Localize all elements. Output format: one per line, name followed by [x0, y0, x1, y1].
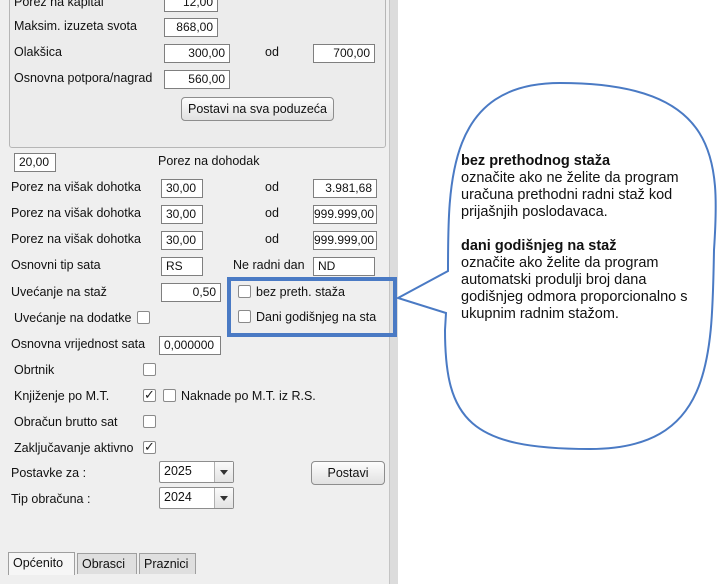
- callout-text-bez-preth: označite ako ne želite da program uračun…: [461, 170, 679, 220]
- callout-text: bez prethodnog staža označite ako ne žel…: [461, 153, 701, 340]
- callout-title-dani-god: dani godišnjeg na staž: [461, 238, 617, 254]
- callout-title-bez-preth: bez prethodnog staža: [461, 153, 611, 169]
- callout-text-dani-god: označite ako želite da program automatsk…: [461, 255, 688, 322]
